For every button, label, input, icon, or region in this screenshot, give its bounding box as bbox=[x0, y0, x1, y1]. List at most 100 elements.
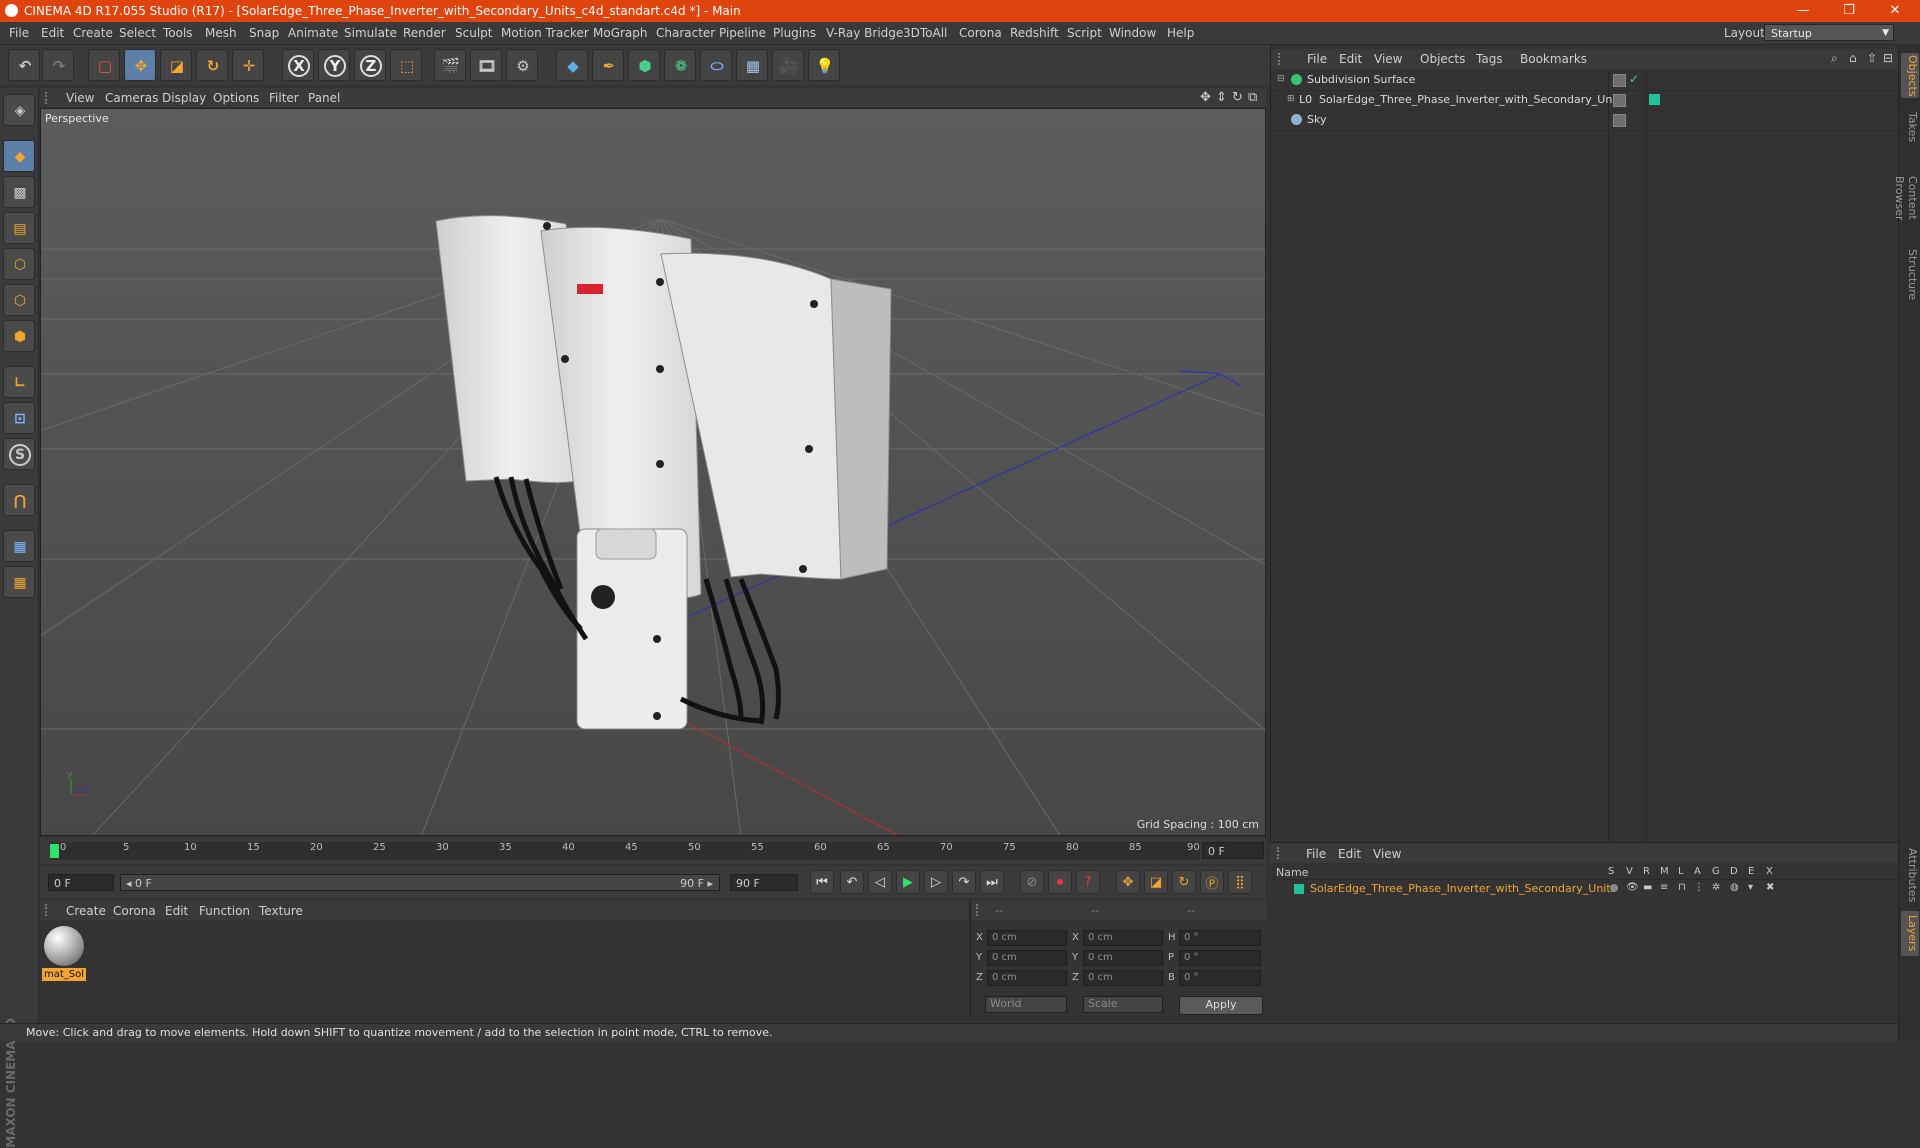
objects-menu-edit[interactable]: Edit bbox=[1339, 52, 1362, 66]
go-to-end-button[interactable]: ⏭ bbox=[980, 870, 1004, 894]
menu-window[interactable]: Window bbox=[1109, 26, 1156, 40]
texture-mode-button[interactable]: ▩ bbox=[3, 176, 35, 208]
solo-toggle-icon[interactable] bbox=[1610, 884, 1618, 892]
menu-create[interactable]: Create bbox=[73, 26, 113, 40]
layer-tag-icon[interactable] bbox=[1613, 74, 1626, 87]
expression-icon[interactable]: ▾ bbox=[1748, 882, 1753, 893]
live-selection-button[interactable]: ▢ bbox=[88, 49, 120, 81]
move-tool-button[interactable]: ✥ bbox=[124, 49, 156, 81]
deformer-icon[interactable]: ◍ bbox=[1730, 882, 1739, 893]
deformer-button[interactable]: ⬭ bbox=[700, 49, 732, 81]
layers-menu-view[interactable]: View bbox=[1373, 847, 1401, 861]
magnet-button[interactable]: ⋂ bbox=[3, 484, 35, 516]
x-axis-button[interactable]: X bbox=[282, 49, 314, 81]
layer-row[interactable]: SolarEdge_Three_Phase_Inverter_with_Seco… bbox=[1270, 881, 1898, 897]
animation-icon[interactable]: ⋮ bbox=[1694, 882, 1704, 893]
edges-mode-button[interactable]: ⬡ bbox=[3, 284, 35, 316]
viewport-maximize-icon[interactable]: ⧉ bbox=[1248, 90, 1257, 105]
coordinate-system-button[interactable]: ⬚ bbox=[390, 49, 422, 81]
manager-icon[interactable]: ≡ bbox=[1660, 882, 1668, 893]
tab-content-browser[interactable]: Content Browser bbox=[1893, 153, 1919, 243]
start-frame-field[interactable]: 0 F bbox=[48, 874, 114, 891]
previous-frame-button[interactable]: ◁ bbox=[868, 870, 892, 894]
pos-z-field[interactable]: 0 cm bbox=[987, 970, 1067, 986]
make-editable-button[interactable]: ◈ bbox=[3, 94, 35, 126]
model-mode-button[interactable]: ◆ bbox=[3, 140, 35, 172]
workplane-rotate-button[interactable]: ▦ bbox=[3, 566, 35, 598]
polygons-mode-button[interactable]: ⬢ bbox=[3, 320, 35, 352]
snap-button[interactable]: S bbox=[3, 438, 35, 470]
menu-3dtoall[interactable]: 3DToAll bbox=[903, 26, 947, 40]
menu-select[interactable]: Select bbox=[119, 26, 156, 40]
apply-button[interactable]: Apply bbox=[1179, 996, 1263, 1015]
tab-takes[interactable]: Takes bbox=[1901, 107, 1919, 147]
enabled-check-icon[interactable]: ✓ bbox=[1629, 72, 1639, 86]
menu-render[interactable]: Render bbox=[403, 26, 446, 40]
rot-p-field[interactable]: 0 ° bbox=[1179, 950, 1261, 966]
rot-h-field[interactable]: 0 ° bbox=[1179, 930, 1261, 946]
autokey-button[interactable]: ⏺ bbox=[1048, 870, 1072, 894]
floor-button[interactable]: ▦ bbox=[736, 49, 768, 81]
axis-mode-button[interactable]: ∟ bbox=[3, 366, 35, 398]
scale-tool-button[interactable]: ◪ bbox=[160, 49, 192, 81]
size-y-field[interactable]: 0 cm bbox=[1083, 950, 1163, 966]
objects-menu-file[interactable]: File bbox=[1307, 52, 1327, 66]
y-axis-button[interactable]: Y bbox=[318, 49, 350, 81]
menu-mesh[interactable]: Mesh bbox=[205, 26, 237, 40]
render-clapper-icon[interactable]: ▬ bbox=[1643, 882, 1652, 893]
menu-help[interactable]: Help bbox=[1167, 26, 1194, 40]
light-button[interactable]: 💡 bbox=[808, 49, 840, 81]
key-position-button[interactable]: ✥ bbox=[1116, 870, 1140, 894]
materials-menu-create[interactable]: Create bbox=[66, 904, 106, 918]
expand-icon[interactable]: ⊞ bbox=[1287, 94, 1295, 104]
menu-plugins[interactable]: Plugins bbox=[773, 26, 816, 40]
menu-edit[interactable]: Edit bbox=[41, 26, 64, 40]
record-keys-button[interactable]: ⊘ bbox=[1020, 870, 1044, 894]
viewport-menu-view[interactable]: View bbox=[66, 91, 94, 105]
menu-simulate[interactable]: Simulate bbox=[344, 26, 397, 40]
object-row-sky[interactable]: Sky bbox=[1271, 111, 1899, 131]
frame-range-slider[interactable]: ◂ 0 F 90 F ▸ bbox=[120, 874, 720, 891]
menu-snap[interactable]: Snap bbox=[249, 26, 279, 40]
workplane-mode-button[interactable]: ▤ bbox=[3, 212, 35, 244]
render-view-button[interactable]: 🎬 bbox=[434, 49, 466, 81]
viewport-zoom-icon[interactable]: ⇕ bbox=[1216, 90, 1227, 105]
close-button[interactable]: ✕ bbox=[1872, 0, 1918, 22]
points-mode-button[interactable]: ⬡ bbox=[3, 248, 35, 280]
viewport-perspective[interactable]: Perspective y z Grid Spacing: 100 cm bbox=[40, 108, 1266, 836]
tab-layers[interactable]: Layers bbox=[1901, 911, 1919, 956]
size-mode-dropdown[interactable]: Scale bbox=[1083, 996, 1163, 1013]
object-row-solaredge[interactable]: ⊞ L0 SolarEdge_Three_Phase_Inverter_with… bbox=[1271, 91, 1899, 111]
object-row-subdivision-surface[interactable]: ⊟ Subdivision Surface ✓ bbox=[1271, 71, 1899, 91]
pos-x-field[interactable]: 0 cm bbox=[987, 930, 1067, 946]
restore-button[interactable]: ❐ bbox=[1826, 0, 1872, 22]
menu-animate[interactable]: Animate bbox=[288, 26, 338, 40]
current-frame-field[interactable]: 0 F bbox=[1202, 842, 1264, 859]
objects-menu-tags[interactable]: Tags bbox=[1476, 52, 1503, 66]
search-icon[interactable]: ⌕ bbox=[1831, 51, 1838, 66]
render-picture-viewer-button[interactable]: 🎞 bbox=[470, 49, 502, 81]
material-swatch[interactable]: mat_Sol bbox=[42, 924, 86, 982]
undo-button[interactable]: ↶ bbox=[8, 49, 40, 81]
navigate-up-icon[interactable]: ⇧ bbox=[1867, 51, 1877, 65]
rotate-tool-button[interactable]: ↻ bbox=[196, 49, 228, 81]
next-frame-button[interactable]: ▷ bbox=[924, 870, 948, 894]
objects-menu-objects[interactable]: Objects bbox=[1420, 52, 1465, 66]
render-settings-button[interactable]: ⚙ bbox=[506, 49, 538, 81]
size-z-field[interactable]: 0 cm bbox=[1083, 970, 1163, 986]
layers-menu-edit[interactable]: Edit bbox=[1338, 847, 1361, 861]
key-parameter-button[interactable]: Ⓟ bbox=[1200, 870, 1224, 894]
menu-sculpt[interactable]: Sculpt bbox=[455, 26, 492, 40]
subdivision-surface-button[interactable]: ⬢ bbox=[628, 49, 660, 81]
material-tag-icon[interactable] bbox=[1649, 94, 1660, 105]
playhead-marker[interactable] bbox=[50, 844, 59, 858]
keyframe-selection-button[interactable]: ? bbox=[1076, 870, 1100, 894]
next-key-button[interactable]: ↷ bbox=[952, 870, 976, 894]
viewport-menu-options[interactable]: Options bbox=[213, 91, 259, 105]
previous-key-button[interactable]: ↶ bbox=[840, 870, 864, 894]
menu-corona[interactable]: Corona bbox=[959, 26, 1002, 40]
menu-motion-tracker[interactable]: Motion Tracker bbox=[501, 26, 589, 40]
collapse-icon[interactable]: ⊟ bbox=[1277, 74, 1285, 84]
tab-objects[interactable]: Objects bbox=[1901, 53, 1919, 98]
coordinate-space-dropdown[interactable]: World bbox=[985, 996, 1067, 1013]
